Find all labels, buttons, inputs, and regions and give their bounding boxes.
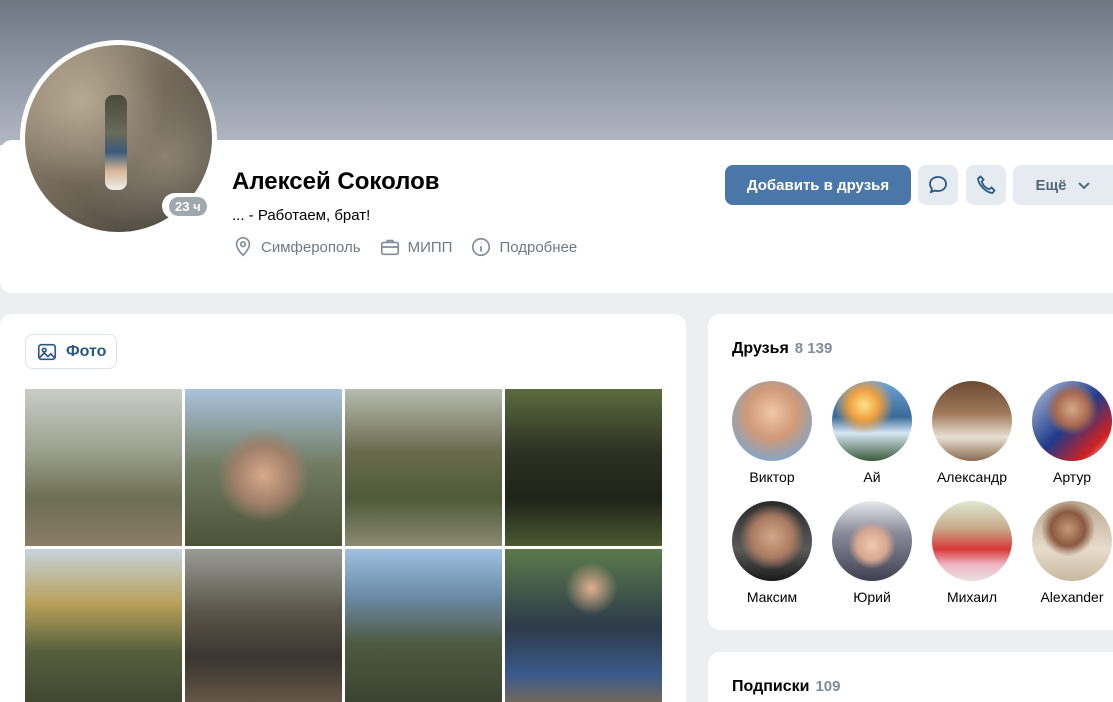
briefcase-icon [380,239,399,256]
last-seen-text: 23 ч [169,196,207,216]
photo-thumbnail[interactable] [345,549,502,702]
friend-avatar[interactable] [732,381,812,461]
photo-thumbnail[interactable] [185,389,342,546]
friend-avatar[interactable] [932,381,1012,461]
add-friend-button[interactable]: Добавить в друзья [725,165,911,205]
info-icon [472,237,491,257]
location-pin-icon [235,237,251,257]
friend-avatar[interactable] [832,501,912,581]
friend-item[interactable]: Михаил [922,501,1022,605]
friend-item[interactable]: Виктор [722,381,822,485]
work-label: МИПП [407,238,453,256]
subscriptions-header[interactable]: Подписки 109 [732,678,841,696]
profile-name: Алексей Соколов [232,168,440,195]
friend-name: Александр [936,469,1008,485]
friend-name: Михаил [946,589,998,605]
friend-name: Ай [863,469,881,485]
friend-avatar[interactable] [832,381,912,461]
friends-header[interactable]: Друзья 8 139 [732,340,832,358]
details-item[interactable]: Подробнее [470,236,577,258]
photos-tab-label: Фото [66,342,107,360]
phone-icon [977,175,996,194]
friend-item[interactable]: Юрий [822,501,922,605]
more-label: Ещё [1035,176,1067,194]
city-label: Симферополь [261,238,361,256]
subscriptions-count: 109 [815,678,841,695]
call-button[interactable] [966,165,1006,205]
subscriptions-title: Подписки [732,678,810,695]
friend-item[interactable]: Артур [1022,381,1113,485]
chat-bubble-icon [929,176,947,194]
friend-avatar[interactable] [1032,381,1112,461]
details-label: Подробнее [499,238,578,256]
photo-thumbnail[interactable] [345,389,502,546]
friend-item[interactable]: Максим [722,501,822,605]
friend-item[interactable]: Ай [822,381,922,485]
friend-avatar[interactable] [932,501,1012,581]
friends-title: Друзья [732,340,789,357]
work-item[interactable]: МИПП [379,236,453,258]
photo-thumbnail[interactable] [505,549,662,702]
friend-name: Alexander [1040,589,1104,605]
friend-item[interactable]: Alexander [1022,501,1113,605]
message-button[interactable] [918,165,958,205]
photos-tab[interactable]: Фото [25,334,118,369]
profile-status: ... - Работаем, брат! [232,207,371,224]
chevron-down-icon [1077,182,1090,190]
photo-thumbnail[interactable] [505,389,662,546]
friend-name: Максим [746,589,798,605]
last-seen-badge: 23 ч [162,193,214,219]
friend-name: Юрий [853,589,891,605]
profile-meta: Симферополь МИПП Подробнее [232,236,577,258]
photo-thumbnail[interactable] [25,389,182,546]
friend-item[interactable]: Александр [922,381,1022,485]
friend-name: Артур [1052,469,1091,485]
more-button[interactable]: Ещё [1013,165,1113,205]
photo-thumbnail[interactable] [25,549,182,702]
friend-name: Виктор [749,469,795,485]
city-item[interactable]: Симферополь [232,236,361,258]
image-icon [37,343,57,360]
photo-thumbnail[interactable] [185,549,342,702]
friend-avatar[interactable] [1032,501,1112,581]
friends-count: 8 139 [794,340,833,357]
friend-avatar[interactable] [732,501,812,581]
